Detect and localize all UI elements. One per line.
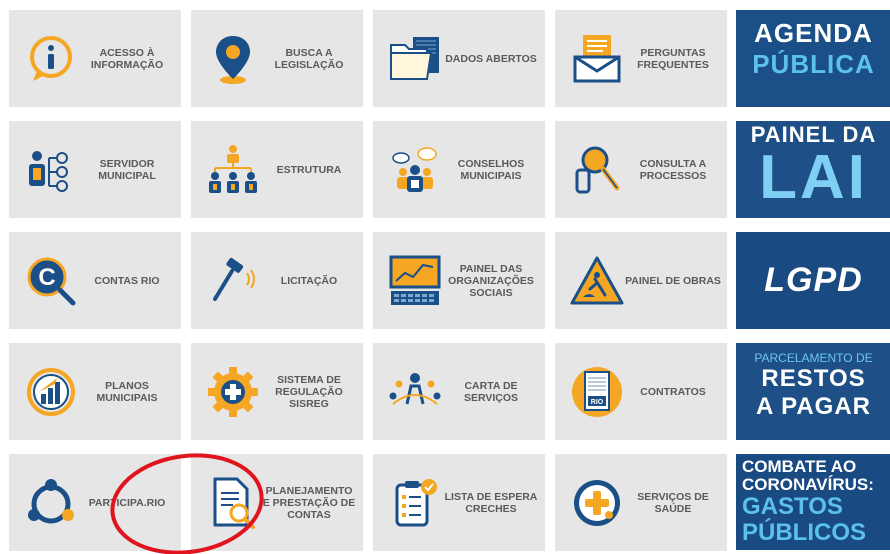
banner-coronavirus-gastos[interactable]: COMBATE AO CORONAVÍRUS: GASTOS PÚBLICOS [736, 454, 890, 550]
tile-servicos-saude[interactable]: SERVIÇOS DE SAÚDE [555, 454, 727, 551]
banner-line: PARCELAMENTO DE [754, 351, 873, 365]
hierarchy-icon [209, 144, 257, 193]
tile-label: PAINEL DAS ORGANIZAÇÕES SOCIAIS [448, 262, 534, 299]
svg-text:RIO: RIO [591, 399, 604, 406]
checklist-icon [395, 478, 437, 526]
tile-lista-espera-creches[interactable]: LISTA DE ESPERA CRECHES [373, 454, 545, 551]
tile-consulta-processos[interactable]: CONSULTA A PROCESSOS [555, 121, 727, 218]
participation-circle-icon [28, 478, 74, 523]
tile-label: CONTRATOS [640, 385, 706, 398]
banner-line: PÚBLICA [752, 49, 875, 79]
tile-label: SISTEMA DE REGULAÇÃO SISREG [275, 373, 343, 410]
banner-agenda-publica[interactable]: AGENDA PÚBLICA [736, 10, 890, 107]
tile-dados-abertos[interactable]: DADOS ABERTOS [373, 10, 545, 107]
tile-label: ESTRUTURA [276, 163, 342, 176]
tile-planos-municipais[interactable]: PLANOS MUNICIPAIS [9, 343, 181, 440]
banner-painel-lai[interactable]: PAINEL DA LAI [736, 121, 890, 218]
tile-label: PERGUNTAS FREQUENTES [637, 46, 709, 71]
tile-perguntas-frequentes[interactable]: PERGUNTAS FREQUENTES [555, 10, 727, 107]
org-person-icon [29, 150, 68, 192]
magnifier-person-icon [575, 146, 620, 193]
svg-text:C: C [38, 264, 55, 291]
banner-line: PÚBLICOS [742, 519, 867, 546]
tile-label: DADOS ABERTOS [445, 52, 537, 65]
tile-label: PLANEJAMENTO E PRESTAÇÃO DE CONTAS [262, 484, 356, 521]
banner-line: LGPD [764, 261, 863, 299]
tile-label: SERVIÇOS DE SAÚDE [637, 490, 709, 515]
banner-restos-a-pagar[interactable]: PARCELAMENTO DE RESTOS A PAGAR [736, 343, 890, 440]
tile-estrutura[interactable]: ESTRUTURA [191, 121, 363, 218]
banner-line: CORONAVÍRUS: [742, 475, 874, 494]
tile-busca-legislacao[interactable]: BUSCA A LEGISLAÇÃO [191, 10, 363, 107]
banner-line: A PAGAR [756, 393, 871, 420]
tile-label: LISTA DE ESPERA CRECHES [444, 490, 538, 515]
tile-conselhos-municipais[interactable]: CONSELHOS MUNICIPAIS [373, 121, 545, 218]
growth-chart-icon [27, 367, 75, 416]
gavel-icon [213, 257, 255, 301]
dashboard-chart-icon [389, 255, 441, 305]
info-icon [30, 35, 72, 81]
banner-lgpd[interactable]: LGPD [736, 232, 890, 329]
construction-sign-icon [570, 256, 624, 304]
tile-label: CONSULTA A PROCESSOS [639, 157, 707, 182]
tile-label: BUSCA A LEGISLAÇÃO [274, 46, 344, 71]
tile-label: ACESSO À INFORMAÇÃO [90, 46, 164, 71]
tile-acesso-informacao[interactable]: ACESSO À INFORMAÇÃO [9, 10, 181, 107]
health-cross-icon [574, 479, 620, 526]
red-annotation-circle [110, 453, 264, 554]
group-chat-icon [392, 146, 437, 192]
banner-line: LAI [759, 143, 868, 212]
tile-painel-organizacoes-sociais[interactable]: PAINEL DAS ORGANIZAÇÕES SOCIAIS [373, 232, 545, 329]
tile-carta-servicos[interactable]: CARTA DE SERVIÇOS [373, 343, 545, 440]
tile-label: PAINEL DE OBRAS [625, 274, 721, 287]
people-arc-icon [389, 372, 441, 405]
tile-label: CARTA DE SERVIÇOS [463, 379, 519, 404]
contract-document-icon: RIO [572, 366, 622, 417]
tile-painel-obras[interactable]: PAINEL DE OBRAS [555, 232, 727, 329]
tile-contratos[interactable]: RIO CONTRATOS [555, 343, 727, 440]
tile-label: CONTAS RIO [94, 274, 160, 287]
tile-label: SERVIDOR MUNICIPAL [98, 157, 156, 182]
medical-gear-icon [208, 366, 258, 417]
banner-line: AGENDA [754, 18, 873, 48]
tile-contas-rio[interactable]: C CONTAS RIO [9, 232, 181, 329]
tile-sisreg[interactable]: SISTEMA DE REGULAÇÃO SISREG [191, 343, 363, 440]
banner-line: COMBATE AO [742, 457, 857, 476]
tile-licitacao[interactable]: LICITAÇÃO [191, 232, 363, 329]
envelope-icon [573, 34, 621, 82]
contas-rio-magnifier-icon: C [27, 257, 76, 305]
tile-label: CONSELHOS MUNICIPAIS [457, 157, 525, 182]
tile-label: PLANOS MUNICIPAIS [96, 379, 158, 404]
tile-label: LICITAÇÃO [280, 274, 338, 287]
tile-servidor-municipal[interactable]: SERVIDOR MUNICIPAL [9, 121, 181, 218]
folder-icon [390, 36, 439, 80]
map-pin-icon [216, 35, 250, 84]
banner-line: RESTOS [761, 365, 866, 392]
banner-line: GASTOS [742, 493, 843, 520]
